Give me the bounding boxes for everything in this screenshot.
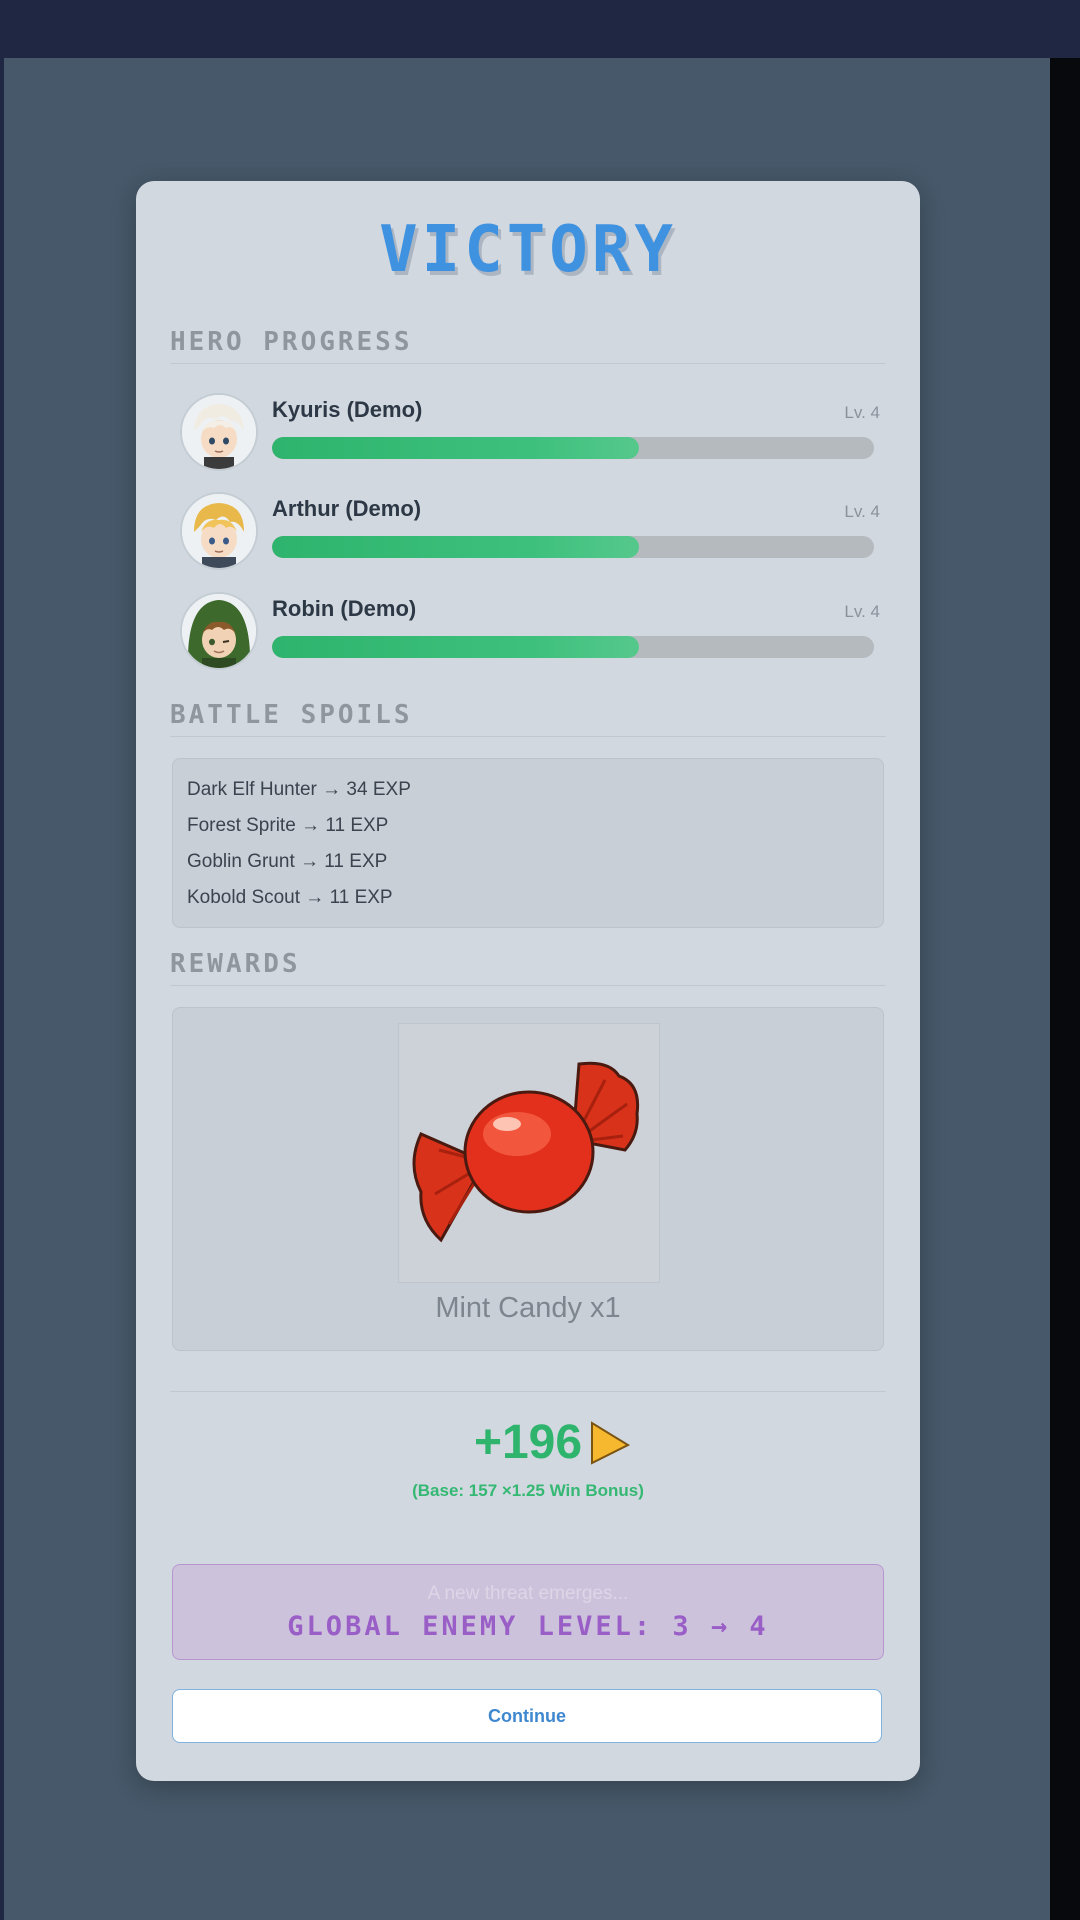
hero-level: Lv. 4: [844, 502, 880, 521]
reward-item-tile[interactable]: [398, 1023, 660, 1283]
victory-title: VICTORY: [379, 213, 677, 287]
hero-row-arthur: Arthur (Demo) Lv. 4: [180, 492, 880, 572]
spoil-entry: Goblin Grunt → 11 EXP: [187, 851, 388, 872]
threat-subtitle: A new threat emerges...: [427, 1583, 629, 1604]
top-bar: [0, 0, 1080, 58]
hero-level: Lv. 4: [844, 403, 880, 422]
exp-bar-fill: [272, 536, 640, 558]
exp-bar-fill: [272, 636, 640, 658]
spoil-entry: Dark Elf Hunter → 34 EXP: [187, 779, 411, 800]
window-edge: [1050, 58, 1080, 1920]
battle-spoils-list: Dark Elf Hunter → 34 EXP Forest Sprite →…: [172, 758, 884, 928]
threat-banner: A new threat emerges... GLOBAL ENEMY LEV…: [172, 1564, 884, 1660]
hero-name: Kyuris (Demo): [272, 397, 423, 422]
exp-formula: (Base: 157 ×1.25 Win Bonus): [412, 1481, 644, 1500]
hero-row-kyuris: Kyuris (Demo) Lv. 4: [180, 393, 880, 473]
hero-avatar-kyuris: [180, 393, 258, 471]
hero-avatar-arthur: [180, 492, 258, 570]
exp-bar: [272, 636, 874, 658]
hero-avatar-robin: [180, 592, 258, 670]
battle-spoils-heading: BATTLE SPOILS: [170, 700, 886, 737]
continue-button[interactable]: Continue: [172, 1689, 882, 1743]
reward-item-label: Mint Candy x1: [435, 1292, 621, 1324]
spoil-entry: Forest Sprite → 11 EXP: [187, 815, 389, 836]
hero-row-robin: Robin (Demo) Lv. 4: [180, 592, 880, 672]
pointer-cursor-icon: [591, 1421, 631, 1465]
exp-bar-fill: [272, 437, 640, 459]
rewards-panel: Mint Candy x1: [172, 1007, 884, 1351]
rewards-heading: REWARDS: [170, 949, 886, 986]
hero-level: Lv. 4: [844, 602, 880, 621]
candy-icon: [412, 1061, 640, 1243]
divider: [170, 1391, 886, 1392]
hero-name: Robin (Demo): [272, 596, 417, 621]
global-enemy-level: GLOBAL ENEMY LEVEL: 3 → 4: [287, 1611, 769, 1642]
victory-panel: VICTORY HERO PROGRESS Kyuris (Demo) Lv. …: [136, 181, 920, 1781]
hero-name: Arthur (Demo): [272, 496, 422, 521]
spoil-entry: Kobold Scout → 11 EXP: [187, 887, 393, 908]
exp-bar: [272, 437, 874, 459]
hero-progress-heading: HERO PROGRESS: [170, 327, 886, 364]
exp-total: +196: [473, 1416, 583, 1469]
exp-bar: [272, 536, 874, 558]
